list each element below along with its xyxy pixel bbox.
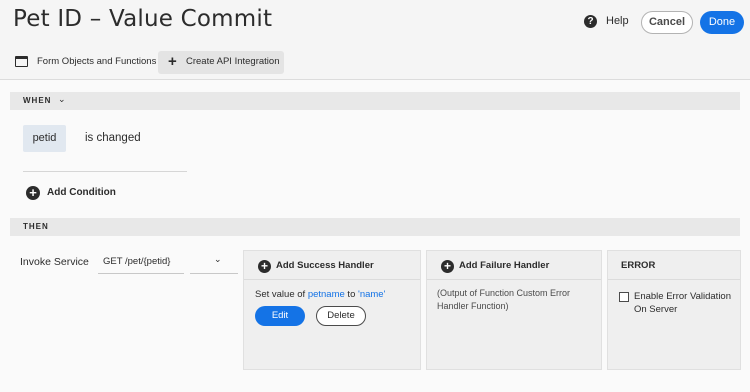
then-label: THEN bbox=[23, 222, 49, 231]
enable-error-validation-label[interactable]: Enable Error Validation On Server bbox=[634, 290, 734, 316]
summary-prefix: Set value of bbox=[255, 289, 308, 300]
cancel-button[interactable]: Cancel bbox=[641, 11, 693, 34]
done-button[interactable]: Done bbox=[700, 11, 744, 34]
rule-editor: WHEN ⌄ petid is changed + Add Condition … bbox=[0, 80, 750, 392]
help-icon[interactable]: ? bbox=[584, 15, 597, 28]
form-objects-button[interactable]: Form Objects and Functions bbox=[37, 56, 156, 67]
help-link[interactable]: Help bbox=[606, 15, 629, 27]
header: Pet ID – Value Commit ? Help Cancel Done bbox=[0, 0, 750, 44]
error-title: ERROR bbox=[621, 260, 656, 271]
delete-button[interactable]: Delete bbox=[316, 306, 366, 326]
condition-operator[interactable]: is changed bbox=[85, 132, 141, 144]
add-success-handler-button[interactable]: + Add Success Handler bbox=[244, 251, 420, 280]
failure-handler-panel: + Add Failure Handler (Output of Functio… bbox=[426, 250, 602, 370]
create-api-integration-button[interactable]: + Create API Integration bbox=[158, 51, 284, 74]
enable-error-validation-checkbox[interactable] bbox=[619, 292, 629, 302]
error-panel: ERROR Enable Error Validation On Server bbox=[607, 250, 741, 370]
plus-icon: + bbox=[168, 53, 177, 70]
add-failure-handler-button[interactable]: + Add Failure Handler bbox=[427, 251, 601, 280]
summary-mid: to bbox=[344, 289, 358, 300]
divider bbox=[23, 171, 187, 172]
condition-object-label: petid bbox=[32, 132, 57, 144]
toolbar: Form Objects and Functions + Create API … bbox=[0, 44, 750, 80]
create-api-integration-label: Create API Integration bbox=[186, 56, 280, 67]
edit-button[interactable]: Edit bbox=[255, 306, 305, 326]
action-label[interactable]: Invoke Service bbox=[20, 256, 89, 268]
failure-handler-description: (Output of Function Custom Error Handler… bbox=[437, 288, 571, 311]
service-select-value: GET /pet/{petid} bbox=[103, 256, 171, 267]
add-circle-icon: + bbox=[258, 260, 271, 273]
summary-value-link[interactable]: 'name' bbox=[358, 289, 385, 300]
page-title: Pet ID – Value Commit bbox=[13, 6, 273, 32]
when-section-header[interactable]: WHEN ⌄ bbox=[10, 92, 740, 110]
error-panel-header: ERROR bbox=[608, 251, 740, 280]
add-circle-icon: + bbox=[441, 260, 454, 273]
add-success-handler-label: Add Success Handler bbox=[276, 260, 374, 271]
service-dropdown[interactable]: ⌄ bbox=[190, 250, 238, 274]
chevron-down-icon: ⌄ bbox=[214, 254, 222, 264]
add-failure-handler-label: Add Failure Handler bbox=[459, 260, 550, 271]
add-circle-icon[interactable]: + bbox=[26, 186, 40, 200]
form-objects-icon[interactable] bbox=[15, 56, 28, 67]
add-condition-button[interactable]: Add Condition bbox=[47, 187, 116, 198]
then-section-header: THEN bbox=[10, 218, 740, 236]
service-select[interactable]: GET /pet/{petid} bbox=[98, 250, 184, 274]
chevron-down-icon[interactable]: ⌄ bbox=[58, 94, 66, 105]
condition-object-chip[interactable]: petid bbox=[23, 125, 66, 152]
summary-field-link[interactable]: petname bbox=[308, 289, 345, 300]
when-label: WHEN bbox=[23, 96, 52, 105]
success-handler-panel: + Add Success Handler Set value of petna… bbox=[243, 250, 421, 370]
success-handler-summary: Set value of petname to 'name' bbox=[255, 289, 385, 300]
